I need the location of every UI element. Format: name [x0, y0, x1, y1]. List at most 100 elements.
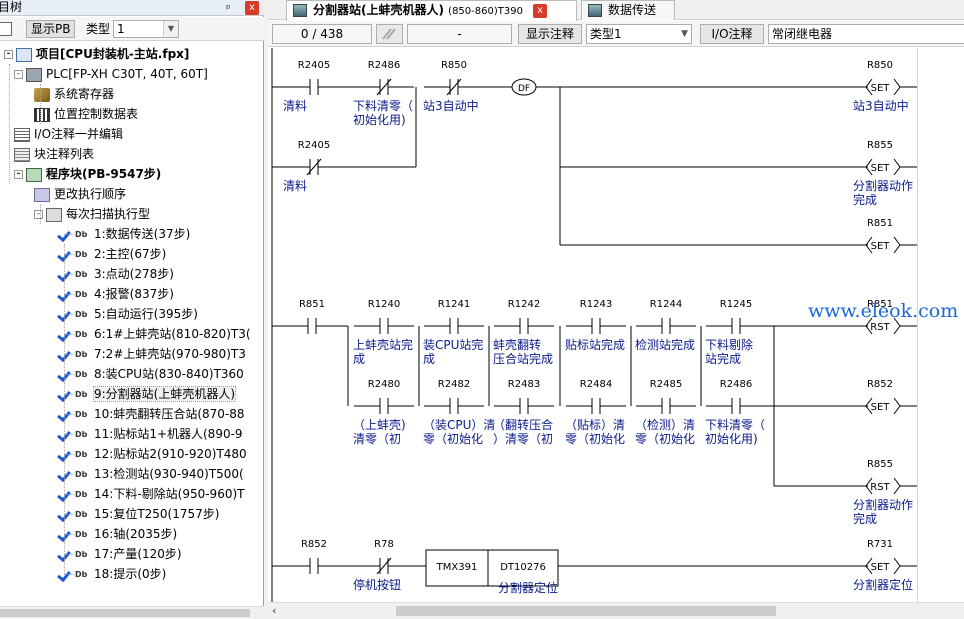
tree-item[interactable]: - PLC[FP-XH C30T, 40T, 60T] [14, 64, 208, 84]
contact-address[interactable]: R1245 [720, 299, 752, 310]
tree-item[interactable]: - 程序块(PB-9547步) [14, 164, 161, 184]
pin-icon[interactable]: ᵖ [226, 1, 231, 16]
contact-comment: 站3自动中 [423, 98, 479, 113]
db-tag: Db [75, 569, 88, 579]
contact-address[interactable]: R1242 [508, 299, 540, 310]
db-tag: Db [75, 329, 88, 339]
tree-item-label: 15:复位T250(1757步) [94, 507, 220, 521]
db-tag: Db [75, 549, 88, 559]
collapse-toggle-icon[interactable]: - [14, 70, 23, 79]
type-value-select[interactable]: 1 ▼ [113, 20, 179, 38]
tree-item[interactable]: Db 12:贴标站2(910-920)T480 [58, 444, 247, 464]
contact-address[interactable]: R1244 [650, 299, 682, 310]
contact-comment: 下料清零（ [705, 418, 765, 432]
tree-item[interactable]: Db 5:自动运行(395步) [58, 304, 198, 324]
step-field[interactable]: - [407, 24, 512, 44]
tree-item[interactable]: Db 6:1#上蚌壳站(810-820)T3( [58, 324, 251, 344]
output-comment: 分割器定位 [853, 577, 913, 592]
tree-view-icon[interactable] [0, 22, 12, 36]
output-comment: 站3自动中 [853, 98, 909, 113]
tree-item[interactable]: Db 2:主控(67步) [58, 244, 166, 264]
tree-connector [64, 554, 74, 555]
collapse-toggle-icon[interactable]: - [14, 170, 23, 179]
scroll-thumb[interactable] [396, 606, 776, 616]
close-panel-icon[interactable]: x [245, 1, 259, 15]
tree-item[interactable]: Db 8:装CPU站(830-840)T360 [58, 364, 244, 384]
tree-item[interactable]: 块注释列表 [14, 144, 94, 164]
tree-item[interactable]: Db 16:轴(2035步) [58, 524, 177, 544]
goto-step-icon[interactable] [376, 24, 403, 44]
tree-connector [64, 394, 74, 395]
tree-item[interactable]: Db 13:检测站(930-940)T500( [58, 464, 244, 484]
scroll-thumb[interactable] [0, 609, 250, 617]
tree-item-label: 14:下料-剔除站(950-960)T [94, 487, 245, 501]
tree-item[interactable]: 更改执行顺序 [34, 184, 126, 204]
tree-item-label: 6:1#上蚌壳站(810-820)T3( [94, 327, 251, 341]
tab-data-transfer[interactable]: 数据传送 [581, 0, 675, 20]
contact-address[interactable]: R2486 [720, 379, 752, 390]
ladder-canvas[interactable]: R2405清料R2486下料清零（初始化用)R850站3自动中DFR2405清料… [268, 48, 964, 602]
contact-address[interactable]: R2405 [298, 140, 330, 151]
show-pb-button[interactable]: 显示PB [26, 20, 76, 38]
coil-right-bracket [893, 78, 901, 96]
tree-item[interactable]: - 每次扫描执行型 [34, 204, 150, 224]
db-tag: Db [75, 309, 88, 319]
tab-splitter-station[interactable]: 分割器站(上蚌壳机器人) (850-860)T390 x [286, 0, 577, 21]
type-select[interactable]: 类型1 ▼ [586, 24, 692, 44]
scroll-left-icon[interactable]: ‹ [272, 604, 276, 617]
tree-item[interactable]: 位置控制数据表 [34, 104, 138, 124]
plc-icon [26, 67, 42, 82]
contact-address[interactable]: R2405 [298, 60, 330, 71]
tree-item-label: 4:报警(837步) [94, 287, 174, 301]
close-tab-icon[interactable]: x [533, 3, 548, 18]
contact-address[interactable]: R851 [299, 299, 325, 310]
tree-connector [9, 64, 10, 184]
contact-address[interactable]: R1240 [368, 299, 400, 310]
contact-address[interactable]: R2486 [368, 60, 400, 71]
contact-comment: 站完成 [705, 351, 741, 366]
contact-address[interactable]: R1241 [438, 299, 470, 310]
collapse-toggle-icon[interactable]: - [34, 210, 43, 219]
ladder-diagram[interactable]: R2405 清料 R2486 下料清零（ 初始化用) R850 站3自动中 DF R2405 清料… [268, 48, 964, 602]
tree-item[interactable]: 系统寄存器 [34, 84, 114, 104]
contact-address[interactable]: R78 [374, 539, 394, 550]
io-comment-button[interactable]: I/O注释 [700, 24, 764, 44]
contact-address[interactable]: R1243 [580, 299, 612, 310]
tree-item[interactable]: Db 17:产量(120步) [58, 544, 182, 564]
tree-item[interactable]: Db 4:报警(837步) [58, 284, 174, 304]
contact-address[interactable]: R2480 [368, 379, 400, 390]
show-comment-button[interactable]: 显示注释 [518, 24, 582, 44]
scan-icon [46, 207, 62, 222]
output-instruction: SET [871, 562, 891, 573]
tree-item[interactable]: Db 15:复位T250(1757步) [58, 504, 219, 524]
collapse-toggle-icon[interactable]: - [4, 50, 13, 59]
output-address: R731 [867, 539, 893, 550]
tree-item[interactable]: Db 10:蚌壳翻转压合站(870-88 [58, 404, 245, 424]
editor-horizontal-scrollbar[interactable]: ‹ [268, 602, 964, 619]
tree-item[interactable]: Db 14:下料-剔除站(950-960)T [58, 484, 244, 504]
tree-item[interactable]: Db 11:贴标站1+机器人(890-9 [58, 424, 243, 444]
io-comment-field[interactable]: 常闭继电器 [768, 24, 964, 44]
tree-connector [64, 514, 74, 515]
contact-address[interactable]: R850 [441, 60, 467, 71]
contact-address[interactable]: R2482 [438, 379, 470, 390]
editor-tabs: 分割器站(上蚌壳机器人) (850-860)T390 x 数据传送 [268, 0, 964, 21]
tree-item[interactable]: - 项目[CPU封装机-主站.fpx] [4, 44, 189, 64]
contact-address[interactable]: R2483 [508, 379, 540, 390]
contact-address[interactable]: R2484 [580, 379, 612, 390]
tree-item[interactable]: Db 7:2#上蚌壳站(970-980)T3 [58, 344, 246, 364]
output-instruction: SET [871, 163, 891, 174]
contact-comment: （检测）清 [635, 417, 695, 432]
contact-comment: 装CPU站完 [423, 337, 483, 352]
contact-address[interactable]: R2485 [650, 379, 682, 390]
tree-connector [64, 534, 74, 535]
tree-item-label: 每次扫描执行型 [66, 207, 151, 221]
tree-item[interactable]: I/O注释一并编辑 [14, 124, 123, 144]
tree-item[interactable]: Db 18:提示(0步) [58, 564, 166, 584]
tree-horizontal-scrollbar[interactable] [0, 606, 264, 619]
contact-address[interactable]: R852 [301, 539, 327, 550]
contact-comment: 下料清零（ [353, 99, 413, 113]
tree-item[interactable]: Db 3:点动(278步) [58, 264, 174, 284]
tree-item[interactable]: Db 1:数据传送(37步) [58, 224, 190, 244]
tree-item[interactable]: Db 9:分割器站(上蚌壳机器人) [58, 384, 237, 404]
